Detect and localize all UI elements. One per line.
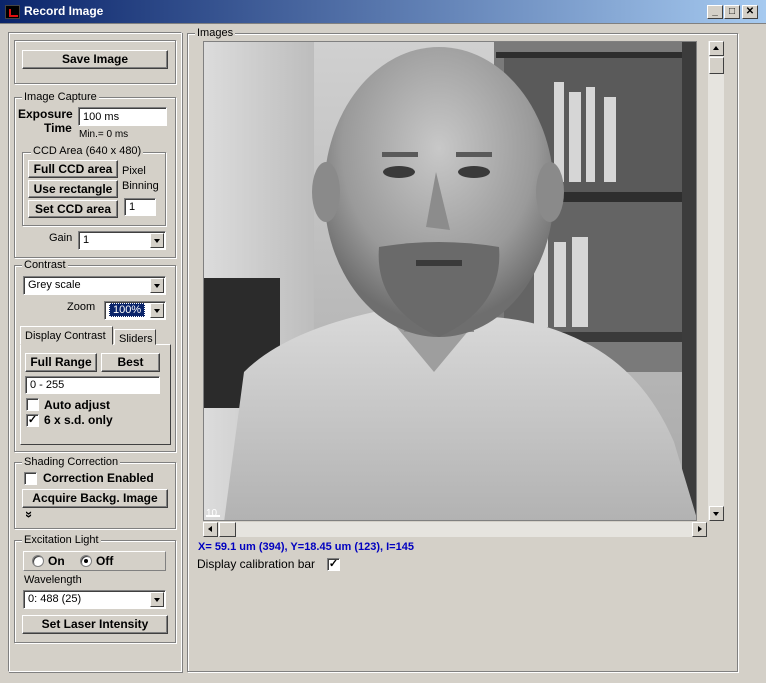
- tab-display-contrast[interactable]: Display Contrast: [20, 326, 113, 345]
- camera-image-portrait: [204, 42, 696, 520]
- six-sd-only-checkbox[interactable]: ✓: [26, 414, 39, 427]
- gain-select[interactable]: 1: [78, 231, 166, 250]
- contrast-title: Contrast: [22, 259, 68, 271]
- zoom-label: Zoom: [67, 301, 96, 313]
- ccd-area-title: CCD Area (640 x 480): [31, 145, 144, 157]
- wavelength-value: 0: 488 (25): [28, 593, 82, 605]
- calibration-bar-checkbox[interactable]: ✓: [327, 558, 340, 571]
- palette-value: Grey scale: [28, 279, 81, 291]
- auto-adjust-label: Auto adjust: [44, 398, 110, 412]
- binning-label: Binning: [122, 180, 159, 192]
- wavelength-select[interactable]: 0: 488 (25): [23, 590, 166, 609]
- cursor-readout: X= 59.1 um (394), Y=18.45 um (123), I=14…: [198, 541, 414, 553]
- chevron-down-icon[interactable]: [150, 278, 164, 293]
- set-ccd-area-button[interactable]: Set CCD area: [28, 200, 118, 218]
- gain-value: 1: [83, 234, 90, 246]
- save-image-button[interactable]: Save Image: [22, 50, 168, 69]
- full-ccd-area-button[interactable]: Full CCD area: [28, 160, 118, 178]
- exposure-time-input[interactable]: 100 ms: [78, 107, 167, 126]
- scroll-right-icon[interactable]: [692, 522, 707, 537]
- use-rectangle-button[interactable]: Use rectangle: [28, 180, 118, 198]
- six-sd-only-label: 6 x s.d. only: [44, 413, 113, 427]
- range-input[interactable]: 0 - 255: [25, 376, 160, 394]
- chevron-down-icon[interactable]: [150, 233, 164, 248]
- expand-icon[interactable]: »: [22, 511, 37, 518]
- zoom-value: 100%: [109, 303, 146, 317]
- window-title: Record Image: [24, 4, 104, 18]
- vertical-scroll-thumb[interactable]: [709, 57, 724, 74]
- vertical-scrollbar[interactable]: [707, 41, 724, 521]
- app-icon: [5, 5, 20, 19]
- maximize-icon[interactable]: □: [724, 5, 740, 19]
- set-laser-intensity-button[interactable]: Set Laser Intensity: [22, 615, 168, 634]
- zoom-select[interactable]: 100%: [104, 301, 166, 320]
- shading-correction-title: Shading Correction: [22, 456, 121, 468]
- tab-sliders[interactable]: Sliders: [114, 329, 156, 345]
- horizontal-scrollbar[interactable]: [203, 522, 707, 537]
- scroll-left-icon[interactable]: [203, 522, 218, 537]
- title-bar: Record Image _ □ ✕: [0, 0, 766, 24]
- close-icon[interactable]: ✕: [742, 5, 758, 19]
- correction-enabled-label: Correction Enabled: [43, 471, 154, 485]
- images-title: Images: [195, 27, 236, 39]
- acquire-background-button[interactable]: Acquire Backg. Image: [22, 489, 168, 508]
- chevron-down-icon[interactable]: [150, 592, 164, 607]
- image-capture-title: Image Capture: [22, 91, 99, 103]
- exposure-label: Exposure: [18, 107, 73, 121]
- minimize-icon[interactable]: _: [707, 5, 723, 19]
- gain-label: Gain: [49, 232, 73, 244]
- excitation-on-label: On: [48, 554, 65, 568]
- horizontal-scroll-thumb[interactable]: [219, 522, 236, 537]
- binning-input[interactable]: 1: [124, 198, 156, 216]
- best-button[interactable]: Best: [101, 353, 160, 372]
- auto-adjust-checkbox[interactable]: [26, 398, 39, 411]
- excitation-light-title: Excitation Light: [22, 534, 101, 546]
- camera-image[interactable]: 10: [203, 41, 697, 521]
- full-range-button[interactable]: Full Range: [25, 353, 97, 372]
- scroll-up-icon[interactable]: [709, 41, 724, 56]
- wavelength-label: Wavelength: [24, 574, 82, 586]
- scale-bar-label: 10: [206, 508, 218, 519]
- excitation-on-radio[interactable]: [32, 555, 44, 567]
- excitation-radio-group: [23, 551, 166, 571]
- scroll-down-icon[interactable]: [709, 506, 724, 521]
- exposure-min-label: Min.= 0 ms: [79, 129, 129, 140]
- excitation-off-radio[interactable]: [80, 555, 92, 567]
- chevron-down-icon[interactable]: [150, 303, 164, 318]
- pixel-label: Pixel: [122, 165, 146, 177]
- palette-select[interactable]: Grey scale: [23, 276, 166, 295]
- excitation-off-label: Off: [96, 554, 114, 568]
- correction-enabled-checkbox[interactable]: [24, 472, 37, 485]
- exposure-time-label: Time: [44, 121, 72, 135]
- calibration-bar-label: Display calibration bar: [197, 557, 316, 571]
